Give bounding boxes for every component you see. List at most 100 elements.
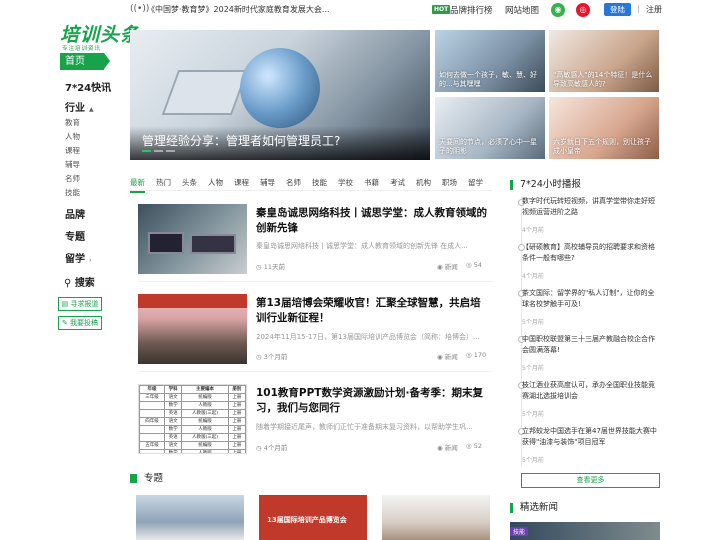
edit-icon: ✎: [61, 319, 68, 327]
nav-sub-teacher[interactable]: 名师: [65, 173, 80, 184]
hero-thumb[interactable]: "高敏感人"的14个特征！是什么导致高敏感人的?: [549, 30, 659, 92]
slider-dots: [142, 145, 178, 155]
nav-brand[interactable]: 品牌: [65, 206, 85, 221]
find-report-button[interactable]: ▤ 寻求报道: [58, 297, 102, 311]
table-cell: 年级: [139, 385, 165, 394]
table-cell: 英语: [163, 409, 183, 418]
clock-icon: ◷: [256, 444, 262, 452]
article-views-label: 170: [473, 351, 487, 359]
hero-thumb[interactable]: 六岁就日下五个规则，别让孩子成小皇帝: [549, 97, 659, 159]
article-title[interactable]: 秦皇岛诚思网络科技丨诚思学堂：成人教育领域的创新先锋: [256, 206, 490, 236]
tab-course[interactable]: 课程: [234, 177, 249, 191]
tab-exam[interactable]: 考试: [390, 177, 405, 191]
table-cell: 上册: [227, 425, 246, 434]
tab-skill[interactable]: 技能: [312, 177, 327, 191]
nav-sub-edu[interactable]: 教育: [65, 117, 80, 128]
tab-hot[interactable]: 热门: [156, 177, 171, 191]
news-ticker[interactable]: 《中国梦·教育梦》2024新时代家庭教育发展大会...: [147, 4, 330, 15]
hero-main-slide[interactable]: 管理经验分享：管理者如何管理员工?: [130, 30, 430, 160]
table-cell: 人教版: [181, 449, 229, 453]
tab-teacher[interactable]: 名师: [286, 177, 301, 191]
article-views: ◎ 54: [466, 261, 482, 269]
divider: [138, 371, 492, 372]
table-cell: 三年级: [139, 393, 165, 402]
clock-icon: ◷: [256, 263, 262, 271]
tab-school[interactable]: 学校: [338, 177, 353, 191]
feed-item[interactable]: 数字时代玩转短视频，讲真学堂带你走好短视频运营进阶之路: [522, 196, 660, 218]
feed-item[interactable]: 中国职校联盟第三十三届产教融合校企合作会圆满落幕!: [522, 334, 660, 356]
tab-tutor[interactable]: 辅导: [260, 177, 275, 191]
table-cell: 数学: [163, 401, 183, 410]
nav-sub-tutor[interactable]: 辅导: [65, 159, 80, 170]
feed-item[interactable]: 枝江酒业获高度认可，承办全国职业技能竞赛湖北选拔培训会: [522, 380, 660, 402]
login-button[interactable]: 登陆: [604, 3, 631, 16]
table-cell: 统编版: [181, 393, 229, 402]
nav-industry[interactable]: 行业 ▲: [65, 99, 94, 114]
feed-time: 5个月前: [522, 365, 544, 372]
clock-icon: ◷: [256, 353, 262, 361]
topic-heading: 专题: [130, 474, 163, 483]
table-cell: 语文: [163, 417, 183, 426]
nav-abroad[interactable]: 留学 ›: [65, 250, 91, 265]
category-tag[interactable]: 技能: [510, 527, 529, 536]
article-thumbnail[interactable]: [138, 294, 247, 364]
article-time: ◷ 11天前: [256, 261, 285, 271]
slider-dot[interactable]: [142, 150, 151, 152]
feed-heading: 7*24小时播报: [510, 180, 581, 190]
table-row: 数学 人教版 上册: [139, 401, 246, 410]
tab-institution[interactable]: 机构: [416, 177, 431, 191]
article-category-label: 新闻: [444, 353, 458, 361]
tab-career[interactable]: 职场: [442, 177, 457, 191]
feed-item[interactable]: 【研硕教育】高校辅导员的招聘要求和资格条件一般有哪些?: [522, 242, 660, 264]
weibo-icon[interactable]: ◎: [576, 3, 590, 17]
article-views: ◎ 170: [466, 351, 486, 359]
feed-item[interactable]: 立邦蛟龙中国选手在第47届世界技能大赛中获得"油漆与装饰"项目冠军: [522, 426, 660, 448]
article-title[interactable]: 第13届培博会荣耀收官！汇聚全球智慧，共启培训行业新征程！: [256, 296, 490, 326]
nav-sub-skill[interactable]: 技能: [65, 187, 80, 198]
table-cell: 数学: [163, 425, 183, 434]
article-title[interactable]: 101教育PPT数学资源激励计划·备考季：期末复习，我们与您同行: [256, 386, 490, 416]
topic-card[interactable]: 13届国际培训产品博览会: [259, 495, 367, 540]
tab-headline[interactable]: 头条: [182, 177, 197, 191]
views-icon: ◎: [466, 261, 472, 269]
nav-sub-people[interactable]: 人物: [65, 131, 80, 142]
table-cell: 统编版: [181, 441, 229, 450]
table-cell: 四年级: [139, 417, 165, 426]
wechat-icon[interactable]: ◉: [551, 3, 565, 17]
article-category[interactable]: ◉ 新闻: [437, 261, 458, 271]
nav-topic[interactable]: 专题: [65, 228, 85, 243]
feed-item-text: 数字时代玩转短视频，讲真学堂带你走好短视频运营进阶之路: [522, 197, 655, 216]
tab-books[interactable]: 书籍: [364, 177, 379, 191]
sitemap-link[interactable]: 网站地图: [505, 4, 539, 16]
nav-kuaixun[interactable]: 7*24快讯: [65, 79, 111, 94]
selected-news-image[interactable]: [510, 522, 660, 540]
hero-thumb[interactable]: 天要间的节点，必须了心中一星子的阴影: [435, 97, 545, 159]
table-cell: 人教版: [181, 425, 229, 434]
views-icon: ◎: [466, 351, 472, 359]
table-cell: 册别: [227, 385, 246, 394]
hero-thumb[interactable]: 如何去做一个孩子，敏、慧、好的...与其嘿嘿: [435, 30, 545, 92]
hero-thumb-caption: 天要间的节点，必须了心中一星子的阴影: [439, 138, 537, 155]
register-link[interactable]: 注册: [646, 4, 662, 15]
site-logo[interactable]: 培训头条: [60, 20, 140, 47]
brand-rank-link[interactable]: 品牌排行榜: [450, 4, 493, 16]
article-category[interactable]: ◉ 新闻: [437, 442, 458, 452]
feed-item[interactable]: 茶文国际：留学界的"私人订制"，让你的全球名校梦触手可及!: [522, 288, 660, 310]
article-thumbnail[interactable]: [138, 204, 247, 274]
article-category[interactable]: ◉ 新闻: [437, 351, 458, 361]
article-time: ◷ 3个月前: [256, 351, 287, 361]
search-button[interactable]: ⚲ 搜索: [64, 274, 95, 289]
topic-card[interactable]: [136, 495, 244, 540]
table-cell: 五年级: [139, 441, 165, 450]
tab-people[interactable]: 人物: [208, 177, 223, 191]
nav-home[interactable]: 首页: [60, 53, 110, 70]
topic-card[interactable]: [382, 495, 490, 540]
view-more-button[interactable]: 查看更多: [521, 473, 660, 488]
slider-dot[interactable]: [166, 150, 175, 152]
tab-abroad[interactable]: 留学: [468, 177, 483, 191]
slider-dot[interactable]: [154, 150, 163, 152]
article-thumbnail[interactable]: 年级 学科 主要编本 册别 三年级 语文 统编版 上册 数学 人教版 上册 英语 人教版(三起) 上册 四年…: [138, 384, 247, 454]
submit-article-button[interactable]: ✎ 我要投稿: [58, 316, 102, 330]
caret-right-icon: ›: [89, 257, 92, 264]
nav-sub-course[interactable]: 课程: [65, 145, 80, 156]
